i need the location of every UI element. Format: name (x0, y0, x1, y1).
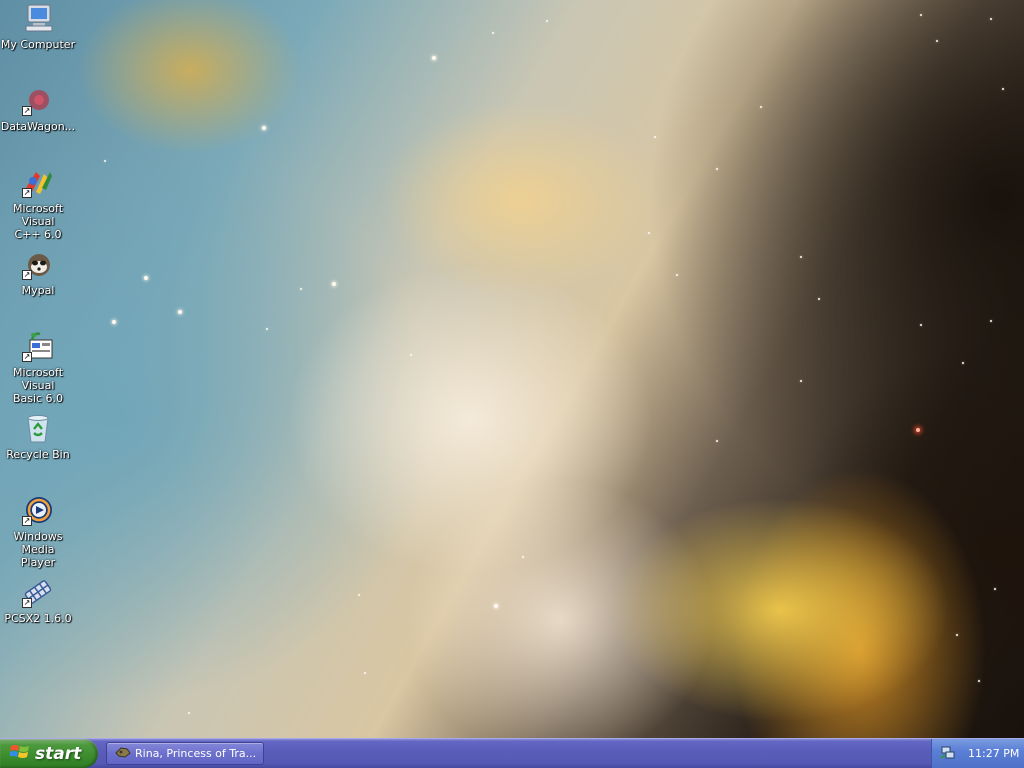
desktop-icon-label: My Computer (0, 38, 76, 51)
network-status-icon[interactable] (940, 744, 956, 764)
start-button[interactable]: start (0, 739, 98, 768)
my-computer-icon (22, 2, 54, 34)
desktop-icon-label: PCSX2 1.6.0 (4, 612, 72, 625)
desktop-icon-label: Mypal (21, 284, 55, 297)
shortcut-arrow-icon: ↗ (22, 188, 32, 198)
desktop-icon-label: Microsoft Visual Basic 6.0 (12, 366, 64, 405)
shortcut-arrow-icon: ↗ (22, 270, 32, 280)
desktop-icon-recycle-bin[interactable]: Recycle Bin (0, 412, 76, 461)
desktop-icon-label: DataWagon... (0, 120, 76, 133)
recycle-bin-icon (22, 412, 54, 444)
start-label: start (35, 743, 82, 764)
desktop-icon-visual-basic[interactable]: ↗ Microsoft Visual Basic 6.0 (0, 330, 76, 405)
shortcut-arrow-icon: ↗ (22, 598, 32, 608)
desktop-icon-visual-cpp[interactable]: ↗ Microsoft Visual C++ 6.0 (0, 166, 76, 241)
visual-basic-icon: ↗ (22, 330, 54, 362)
desktop-icon-my-computer[interactable]: My Computer (0, 2, 76, 51)
desktop-wallpaper[interactable] (0, 0, 1024, 738)
shortcut-arrow-icon: ↗ (22, 352, 32, 362)
mypal-icon: ↗ (22, 248, 54, 280)
desktop-icon-windows-media-player[interactable]: ↗ Windows Media Player (0, 494, 76, 569)
system-tray: 11:27 PM (931, 739, 1024, 768)
taskbar-button-rina[interactable]: Rina, Princess of Tra... (106, 742, 264, 765)
visual-cpp-icon: ↗ (22, 166, 54, 198)
shortcut-arrow-icon: ↗ (22, 516, 32, 526)
taskbar-button-label: Rina, Princess of Tra... (135, 747, 257, 760)
windows-logo-icon (9, 743, 30, 765)
desktop-icon-label: Microsoft Visual C++ 6.0 (12, 202, 64, 241)
screen: My Computer ↗ DataWagon... ↗ Microsoft V… (0, 0, 1024, 768)
desktop-icon-mypal[interactable]: ↗ Mypal (0, 248, 76, 297)
desktop-icon-datawagon[interactable]: ↗ DataWagon... (0, 84, 76, 133)
datawagon-icon: ↗ (22, 84, 54, 116)
pcsx2-icon: ↗ (22, 576, 54, 608)
desktop-icon-label: Windows Media Player (13, 530, 63, 569)
rina-app-icon (115, 744, 131, 763)
shortcut-arrow-icon: ↗ (22, 106, 32, 116)
taskbar: start Rina, Princess of Tra... 11:27 PM (0, 738, 1024, 768)
desktop-icon-label: Recycle Bin (6, 448, 70, 461)
media-player-icon: ↗ (22, 494, 54, 526)
desktop-icon-pcsx2[interactable]: ↗ PCSX2 1.6.0 (0, 576, 76, 625)
tray-clock[interactable]: 11:27 PM (968, 747, 1019, 760)
